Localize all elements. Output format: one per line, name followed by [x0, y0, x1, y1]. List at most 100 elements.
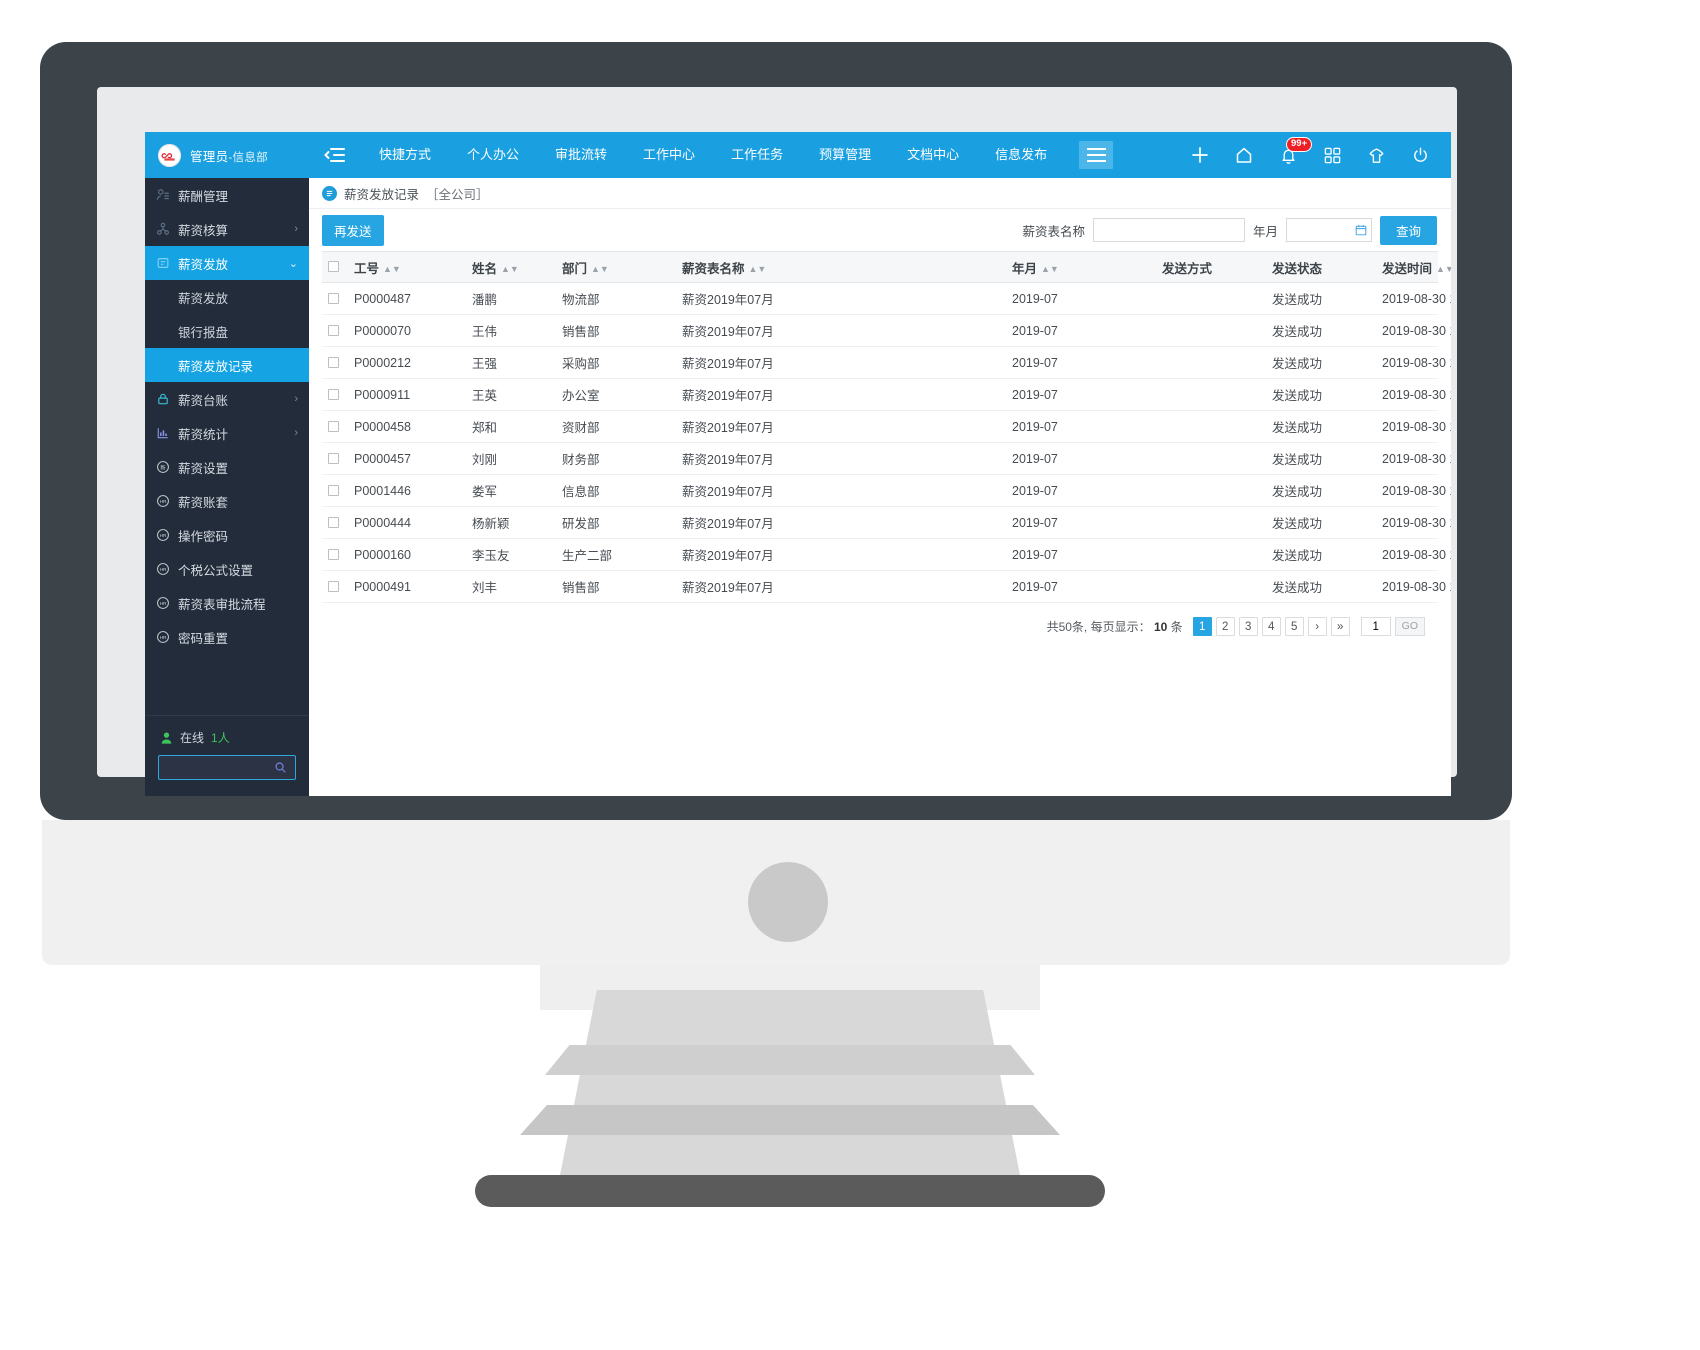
sidebar-item-salary-accounting[interactable]: 薪资核算 › [145, 212, 309, 246]
page-button-4[interactable]: 4 [1261, 617, 1281, 636]
sidebar-label: 薪资表审批流程 [178, 597, 266, 612]
power-icon[interactable] [1409, 144, 1431, 166]
sidebar-item-tax-formula-settings[interactable]: HR 个税公式设置 [145, 552, 309, 586]
hamburger-icon[interactable] [1079, 141, 1114, 169]
nav-item-7[interactable]: 信息发布 [977, 132, 1065, 178]
cell-sheet: 薪资2019年07月 [676, 378, 1006, 411]
cell-ym: 2019-07 [1006, 410, 1156, 443]
nav-item-3[interactable]: 工作中心 [625, 132, 713, 178]
sidebar-item-salary-accountset[interactable]: HR 薪资账套 [145, 484, 309, 518]
sidebar-search-input[interactable] [158, 755, 296, 780]
sidebar-subitem-salary-payout[interactable]: 薪资发放 [145, 280, 309, 314]
page-button-3[interactable]: 3 [1238, 617, 1258, 636]
table-row[interactable]: P0000444 杨新颖 研发部 薪资2019年07月 2019-07 发送成功… [322, 506, 1451, 539]
sidebar-item-salary-statistics[interactable]: 薪资统计 › [145, 416, 309, 450]
table-row[interactable]: P0000458 郑和 资财部 薪资2019年07月 2019-07 发送成功 … [322, 410, 1451, 443]
sidebar-item-salary-ledger[interactable]: 薪资台账 › [145, 382, 309, 416]
row-checkbox[interactable] [328, 292, 339, 304]
col-header-time[interactable]: 发送时间 ▲▼ [1376, 251, 1451, 283]
sidebar-item-operation-password[interactable]: HR 操作密码 [145, 518, 309, 552]
sidebar-item-password-reset[interactable]: HR 密码重置 [145, 620, 309, 654]
table-row[interactable]: P0000212 王强 采购部 薪资2019年07月 2019-07 发送成功 … [322, 346, 1451, 379]
sidebar-label: 薪资设置 [178, 461, 229, 476]
cell-dept: 财务部 [556, 442, 676, 475]
cell-way [1156, 378, 1266, 411]
sidebar-item-salary-payout[interactable]: 薪资发放 ⌄ [145, 246, 309, 280]
page-title: 薪资发放记录 [344, 187, 420, 202]
cell-name: 刘丰 [466, 570, 556, 603]
row-checkbox[interactable] [328, 516, 339, 528]
next-page-button[interactable]: › [1307, 617, 1327, 636]
row-checkbox[interactable] [328, 388, 339, 400]
table-row[interactable]: P0000491 刘丰 销售部 薪资2019年07月 2019-07 发送成功 … [322, 570, 1451, 603]
sidebar-label: 薪资统计 [178, 427, 229, 442]
cell-time: 2019-08-30 18:22 [1376, 378, 1451, 411]
col-header-emp-id[interactable]: 工号 ▲▼ [348, 251, 466, 283]
table-row[interactable]: P0001446 娄军 信息部 薪资2019年07月 2019-07 发送成功 … [322, 474, 1451, 507]
row-checkbox[interactable] [328, 452, 339, 464]
row-checkbox-cell [322, 346, 348, 379]
row-checkbox[interactable] [328, 356, 339, 368]
sheet-name-label: 薪资表名称 [1022, 224, 1085, 239]
sidebar-item-salary-management[interactable]: 薪酬管理 [145, 178, 309, 212]
row-checkbox[interactable] [328, 420, 339, 432]
sidebar-subitem-bank-report[interactable]: 银行报盘 [145, 314, 309, 348]
go-button[interactable]: GO [1394, 617, 1425, 636]
application-window: 管理员-信息部 快捷方式 个人办公 审批流转 工作中心 工作任务 预算管理 文档… [145, 132, 1451, 796]
nav-item-5[interactable]: 预算管理 [801, 132, 889, 178]
sidebar-chevron: › [294, 393, 298, 405]
row-checkbox[interactable] [328, 324, 339, 336]
hr-circle-icon: HR [156, 630, 178, 644]
cell-name: 娄军 [466, 474, 556, 507]
bell-icon[interactable]: 99+ [1277, 137, 1313, 166]
sheet-name-input[interactable] [1092, 218, 1245, 242]
monitor-stand [560, 990, 1020, 1175]
infinity-logo-icon [158, 143, 181, 167]
nav-item-1[interactable]: 个人办公 [449, 132, 537, 178]
page-button-2[interactable]: 2 [1215, 617, 1235, 636]
table-row[interactable]: P0000457 刘刚 财务部 薪资2019年07月 2019-07 发送成功 … [322, 442, 1451, 475]
nav-item-6[interactable]: 文档中心 [889, 132, 977, 178]
shirt-icon[interactable] [1365, 144, 1387, 166]
plus-icon[interactable] [1189, 144, 1211, 166]
last-page-button[interactable]: » [1330, 617, 1350, 636]
select-all-checkbox[interactable] [328, 261, 339, 272]
col-header-name[interactable]: 姓名 ▲▼ [466, 251, 556, 283]
table-row[interactable]: P0000911 王英 办公室 薪资2019年07月 2019-07 发送成功 … [322, 378, 1451, 411]
apps-grid-icon[interactable] [1321, 144, 1343, 166]
online-count: 1人 [211, 731, 230, 745]
table-row[interactable]: P0000487 潘鹏 物流部 薪资2019年07月 2019-07 发送成功 … [322, 282, 1451, 315]
page-button-1[interactable]: 1 [1192, 617, 1212, 636]
breadcrumb: 薪资发放记录 ［全公司］ [309, 178, 1451, 209]
nav-item-0[interactable]: 快捷方式 [361, 132, 449, 178]
resend-button[interactable]: 再发送 [322, 214, 384, 246]
row-checkbox[interactable] [328, 484, 339, 496]
row-checkbox[interactable] [328, 548, 339, 560]
cell-state: 发送成功 [1266, 282, 1376, 315]
sidebar-chevron: ⌄ [288, 257, 298, 270]
col-header-ym[interactable]: 年月 ▲▼ [1006, 251, 1156, 283]
query-button[interactable]: 查询 [1379, 215, 1437, 245]
col-header-dept[interactable]: 部门 ▲▼ [556, 251, 676, 283]
sidebar-item-salary-settings[interactable]: 新 薪资设置 [145, 450, 309, 484]
table-row[interactable]: P0000160 李玉友 生产二部 薪资2019年07月 2019-07 发送成… [322, 538, 1451, 571]
cell-emp-id: P0000457 [348, 442, 466, 475]
cell-state: 发送成功 [1266, 314, 1376, 347]
year-month-input[interactable] [1285, 218, 1372, 242]
cell-sheet: 薪资2019年07月 [676, 314, 1006, 347]
sidebar-label: 密码重置 [178, 631, 229, 646]
hr-circle-icon: HR [156, 494, 178, 508]
page-jump-input[interactable] [1360, 617, 1391, 636]
sidebar-subitem-payout-records[interactable]: 薪资发放记录 [145, 348, 309, 382]
cell-sheet: 薪资2019年07月 [676, 538, 1006, 571]
row-checkbox[interactable] [328, 580, 339, 592]
page-button-5[interactable]: 5 [1284, 617, 1304, 636]
nav-item-4[interactable]: 工作任务 [713, 132, 801, 178]
nav-item-2[interactable]: 审批流转 [537, 132, 625, 178]
table-row[interactable]: P0000070 王伟 销售部 薪资2019年07月 2019-07 发送成功 … [322, 314, 1451, 347]
collapse-menu-icon[interactable] [309, 147, 361, 163]
table-header-row: 工号 ▲▼ 姓名 ▲▼ 部门 ▲▼ 薪资表名称 ▲▼ 年月 ▲▼ 发送方式 发送状态 发送… [322, 251, 1451, 283]
sidebar-item-payroll-approval-flow[interactable]: HR 薪资表审批流程 [145, 586, 309, 620]
home-icon[interactable] [1233, 144, 1255, 166]
col-header-sheet[interactable]: 薪资表名称 ▲▼ [676, 251, 1006, 283]
